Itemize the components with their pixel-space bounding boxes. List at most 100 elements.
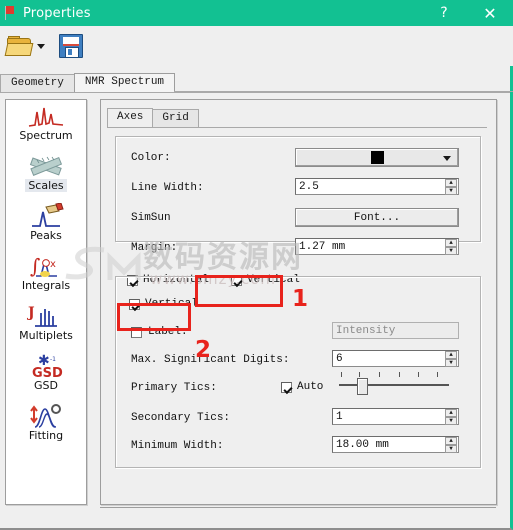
sidebar-item-multiplets[interactable]: J Multiplets bbox=[6, 300, 86, 350]
font-name-label: SimSun bbox=[131, 212, 171, 224]
line-width-value: 2.5 bbox=[299, 180, 319, 193]
minimum-width-label-row: Minimum Width: bbox=[131, 440, 223, 452]
gsd-icon: ✱ -1 GSD bbox=[26, 353, 66, 379]
font-name-row: SimSun bbox=[131, 212, 171, 224]
max-significant-digits-input[interactable]: 6 ▲ ▼ bbox=[332, 350, 459, 367]
fitting-icon bbox=[26, 403, 66, 429]
panel-bottom-divider bbox=[100, 507, 496, 520]
secondary-tics-input[interactable]: 1 ▲ ▼ bbox=[332, 408, 459, 425]
svg-text:-1: -1 bbox=[50, 356, 56, 363]
color-label: Color: bbox=[131, 152, 171, 164]
multiplets-icon: J bbox=[26, 303, 66, 329]
window-title: Properties bbox=[23, 5, 91, 21]
outer-tab-bar: Geometry NMR Spectrum bbox=[0, 72, 513, 92]
open-folder-icon bbox=[4, 35, 34, 57]
content-area: Spectrum Scales Peaks ∫ x Integrals J Mu… bbox=[0, 92, 510, 528]
vertical-label: Vertical bbox=[145, 298, 198, 310]
close-icon[interactable]: ✕ bbox=[467, 0, 513, 26]
label-checkbox[interactable] bbox=[131, 326, 142, 338]
color-label-row: Color: bbox=[131, 152, 171, 164]
line-width-stepper[interactable]: ▲ ▼ bbox=[445, 179, 457, 195]
category-sidebar: Spectrum Scales Peaks ∫ x Integrals J Mu… bbox=[5, 99, 87, 505]
sidebar-item-label: GSD bbox=[34, 379, 58, 392]
open-button[interactable] bbox=[4, 35, 49, 57]
color-combo[interactable] bbox=[295, 148, 459, 167]
help-button[interactable]: ? bbox=[421, 0, 467, 26]
primary-tics-auto-checkbox[interactable] bbox=[281, 381, 292, 393]
sidebar-item-integrals[interactable]: ∫ x Integrals bbox=[6, 250, 86, 300]
axis-label-value: Intensity bbox=[336, 324, 396, 337]
margin-input[interactable]: 1.27 mm ▲ ▼ bbox=[295, 238, 459, 255]
tab-nmr-spectrum[interactable]: NMR Spectrum bbox=[73, 73, 176, 92]
tab-axes[interactable]: Axes bbox=[107, 108, 154, 127]
sidebar-item-label: Peaks bbox=[30, 229, 62, 242]
integrals-icon: ∫ x bbox=[26, 253, 66, 279]
minimum-width-value: 18.00 mm bbox=[336, 438, 389, 451]
primary-tics-label: Primary Tics: bbox=[131, 382, 217, 394]
vertical-checkbox[interactable] bbox=[129, 298, 140, 310]
svg-text:J: J bbox=[26, 305, 35, 321]
primary-tics-auto-label: Auto bbox=[297, 381, 324, 393]
primary-tics-auto-row[interactable]: Auto bbox=[281, 381, 323, 393]
max-significant-digits-stepper[interactable]: ▲ ▼ bbox=[445, 351, 457, 367]
sidebar-item-label: Integrals bbox=[21, 279, 71, 292]
tab-grid[interactable]: Grid bbox=[152, 109, 199, 127]
label-checkbox-label: Label: bbox=[148, 326, 188, 338]
inner-tab-bar: Axes Grid bbox=[107, 108, 199, 127]
line-width-input[interactable]: 2.5 ▲ ▼ bbox=[295, 178, 459, 195]
minimum-width-stepper[interactable]: ▲ ▼ bbox=[445, 437, 457, 453]
font-button[interactable]: Font... bbox=[295, 208, 459, 227]
sidebar-item-label: Fitting bbox=[28, 429, 64, 442]
line-width-label-row: Line Width: bbox=[131, 182, 204, 194]
max-significant-digits-label: Max. Significant Digits: bbox=[131, 354, 290, 366]
svg-text:GSD: GSD bbox=[32, 366, 63, 379]
axis-label-input[interactable]: Intensity bbox=[332, 322, 459, 339]
minimum-width-label: Minimum Width: bbox=[131, 440, 224, 452]
toolbar bbox=[0, 26, 513, 66]
sidebar-item-label: Scales bbox=[25, 179, 67, 192]
minimum-width-input[interactable]: 18.00 mm ▲ ▼ bbox=[332, 436, 459, 453]
margin-value: 1.27 mm bbox=[299, 240, 346, 253]
secondary-tics-value: 1 bbox=[336, 410, 343, 423]
chevron-down-icon[interactable] bbox=[37, 43, 45, 49]
sidebar-item-label: Spectrum bbox=[19, 129, 73, 142]
line-width-label: Line Width: bbox=[131, 182, 204, 194]
floppy-disk-save-icon[interactable] bbox=[59, 34, 83, 58]
svg-text:x: x bbox=[50, 259, 56, 270]
margin-stepper[interactable]: ▲ ▼ bbox=[445, 239, 457, 255]
properties-window: Properties ? ✕ Geometry NMR Spectrum Spe… bbox=[0, 0, 513, 530]
properties-app-icon bbox=[3, 5, 17, 21]
sidebar-item-scales[interactable]: Scales bbox=[6, 150, 86, 200]
vertical-group-title[interactable]: Vertical bbox=[127, 298, 200, 310]
peaks-icon bbox=[26, 203, 66, 229]
svg-text:∫: ∫ bbox=[30, 254, 40, 278]
max-digits-label-row: Max. Significant Digits: bbox=[131, 354, 289, 366]
primary-tics-slider[interactable] bbox=[339, 372, 455, 395]
tab-geometry[interactable]: Geometry bbox=[0, 74, 75, 92]
slider-ticks bbox=[339, 372, 449, 378]
margin-label: Margin: bbox=[131, 242, 178, 254]
title-bar: Properties ? ✕ bbox=[0, 0, 513, 26]
tab-underline bbox=[107, 127, 487, 128]
spectrum-icon bbox=[26, 103, 66, 129]
secondary-tics-label: Secondary Tics: bbox=[131, 412, 231, 424]
label-checkbox-row[interactable]: Label: bbox=[131, 326, 188, 338]
scales-ruler-icon bbox=[26, 153, 66, 179]
chevron-down-icon[interactable] bbox=[443, 156, 451, 161]
sidebar-item-fitting[interactable]: Fitting bbox=[6, 400, 86, 450]
settings-panel: Axes Grid Color: Line Width: 2.5 ▲▼ Sim bbox=[100, 99, 497, 505]
primary-tics-label-row: Primary Tics: bbox=[131, 382, 217, 394]
slider-thumb[interactable] bbox=[357, 378, 368, 395]
secondary-tics-stepper[interactable]: ▲ ▼ bbox=[445, 409, 457, 425]
sidebar-item-spectrum[interactable]: Spectrum bbox=[6, 100, 86, 150]
font-button-label: Font... bbox=[353, 211, 401, 224]
sidebar-item-gsd[interactable]: ✱ -1 GSD GSD bbox=[6, 350, 86, 400]
color-swatch bbox=[370, 151, 384, 164]
window-controls: ? ✕ bbox=[421, 0, 513, 26]
sidebar-item-peaks[interactable]: Peaks bbox=[6, 200, 86, 250]
slider-track bbox=[339, 384, 449, 386]
max-significant-digits-value: 6 bbox=[336, 352, 343, 365]
sidebar-item-label: Multiplets bbox=[19, 329, 73, 342]
margin-label-row: Margin: bbox=[131, 242, 177, 254]
secondary-tics-label-row: Secondary Tics: bbox=[131, 412, 230, 424]
